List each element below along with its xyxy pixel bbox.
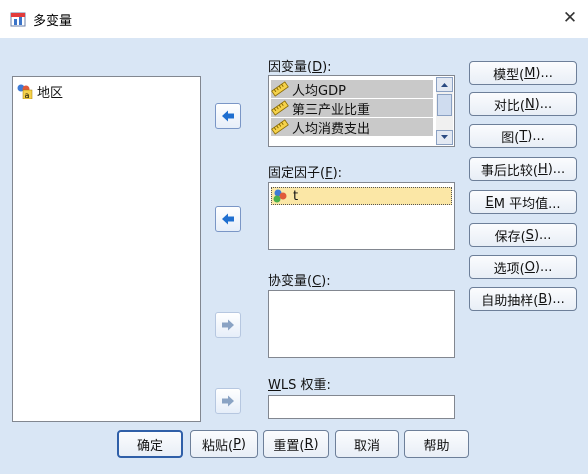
ok-button[interactable]: 确定 xyxy=(117,430,183,458)
chevron-down-icon xyxy=(441,135,448,139)
scroll-thumb[interactable] xyxy=(437,94,452,116)
move-to-dependent-button[interactable] xyxy=(215,103,241,129)
covariate-label: 协变量(C): xyxy=(268,274,331,289)
dependent-label: 因变量(D): xyxy=(268,60,332,75)
plots-button[interactable]: 图(T)... xyxy=(469,124,577,148)
move-to-wls-button[interactable] xyxy=(215,388,241,414)
save-button[interactable]: 保存(S)... xyxy=(469,223,577,247)
chevron-up-icon xyxy=(441,83,448,87)
variable-label: 人均消费支出 xyxy=(292,121,371,137)
paste-button[interactable]: 粘贴(P) xyxy=(190,430,258,458)
variable-label: 人均GDP xyxy=(292,83,346,99)
source-variable-list[interactable]: a 地区 xyxy=(12,76,201,422)
wls-weight-field[interactable] xyxy=(268,395,455,419)
variable-label: 地区 xyxy=(37,85,64,101)
list-item[interactable]: 人均GDP xyxy=(271,80,433,99)
ruler-icon xyxy=(271,81,289,97)
nominal-variable-icon: a xyxy=(17,84,33,99)
cancel-button[interactable]: 取消 xyxy=(335,430,399,458)
wls-weight-label: WLS 权重: xyxy=(268,378,331,393)
arrow-left-icon xyxy=(222,110,234,122)
bootstrap-button[interactable]: 自助抽样(B)... xyxy=(469,287,577,311)
list-item[interactable]: 人均消费支出 xyxy=(271,118,433,137)
fixed-factor-label: 固定因子(F): xyxy=(268,166,343,181)
post-hoc-button[interactable]: 事后比较(H)... xyxy=(469,157,577,181)
covariate-list[interactable] xyxy=(268,290,455,358)
nominal-factor-icon xyxy=(273,189,287,203)
close-icon[interactable]: ✕ xyxy=(560,7,580,29)
scroll-up-button[interactable] xyxy=(436,77,453,92)
spss-dialog-icon xyxy=(10,12,26,27)
move-to-fixed-factor-button[interactable] xyxy=(215,206,241,232)
list-item[interactable]: 第三产业比重 xyxy=(271,99,433,118)
scroll-down-button[interactable] xyxy=(436,130,453,145)
arrow-right-icon xyxy=(222,319,234,331)
dependent-scrollbar[interactable] xyxy=(436,77,453,145)
options-button[interactable]: 选项(O)... xyxy=(469,255,577,279)
move-to-covariate-button[interactable] xyxy=(215,312,241,338)
window-title: 多变量 xyxy=(33,14,73,29)
reset-button[interactable]: 重置(R) xyxy=(263,430,329,458)
em-means-button[interactable]: EM 平均值... xyxy=(469,190,577,214)
contrasts-button[interactable]: 对比(N)... xyxy=(469,92,577,116)
arrow-right-icon xyxy=(222,395,234,407)
list-item[interactable]: a 地区 xyxy=(16,82,64,101)
variable-label: t xyxy=(293,188,299,204)
svg-text:a: a xyxy=(25,91,30,99)
fixed-factor-list[interactable]: t xyxy=(268,182,455,250)
variable-label: 第三产业比重 xyxy=(292,102,371,118)
arrow-left-icon xyxy=(222,213,234,225)
ruler-icon xyxy=(271,119,289,135)
dependent-variable-list[interactable]: 人均GDP 第三产业比重 人均消费支出 xyxy=(268,75,455,147)
list-item[interactable]: t xyxy=(271,187,452,205)
title-bar: 多变量 ✕ xyxy=(0,0,588,38)
help-button[interactable]: 帮助 xyxy=(404,430,469,458)
ruler-icon xyxy=(271,100,289,116)
model-button[interactable]: 模型(M)... xyxy=(469,61,577,85)
